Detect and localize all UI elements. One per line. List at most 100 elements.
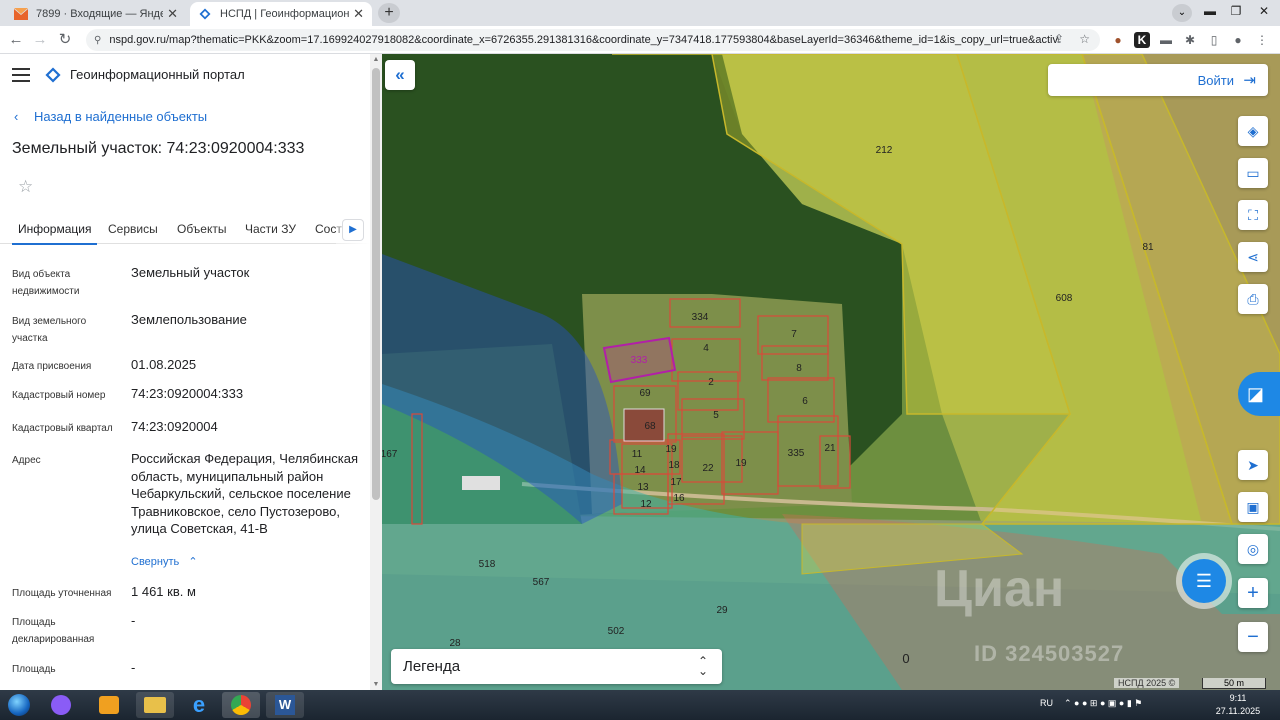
internet-explorer-icon[interactable]: e — [180, 692, 218, 718]
property-label: Площадь уточненная — [12, 588, 112, 599]
tabs-scroll-right-icon[interactable]: ▶ — [342, 219, 364, 241]
panel-scrollbar[interactable]: ▲ ▼ — [370, 54, 382, 690]
favorite-star-icon[interactable]: ☆ — [18, 177, 33, 197]
address-bar[interactable]: ⚲ nspd.gov.ru/map?thematic=PKK&zoom=17.1… — [86, 29, 1100, 51]
map-canvas[interactable]: 212 81 608 334 7 4 333 8 2 69 6 5 68 19 … — [382, 54, 1280, 690]
property-label: Кадастровый квартал — [12, 423, 113, 434]
word-icon[interactable]: W — [266, 692, 304, 718]
chrome-icon[interactable] — [222, 692, 260, 718]
start-button[interactable] — [0, 692, 38, 718]
menu-dots-icon[interactable]: ⋮ — [1254, 32, 1270, 48]
alice-icon[interactable] — [42, 692, 80, 718]
plot-label[interactable]: 502 — [608, 626, 625, 637]
system-clock[interactable]: 9:11 27.11.2025 — [1210, 692, 1266, 718]
back-to-results-link[interactable]: ‹ Назад в найденные объекты — [14, 109, 207, 124]
property-value: Земельный участок — [131, 265, 250, 280]
legend-dropdown[interactable]: Легенда ⌃ ⌄ — [391, 649, 722, 684]
share-icon[interactable]: ⋖ — [1238, 242, 1268, 272]
mail-icon — [14, 8, 28, 20]
site-info-icon[interactable]: ⚲ — [94, 35, 101, 46]
minimize-icon[interactable]: ▬ — [1196, 0, 1224, 22]
extension-icon[interactable]: ▬ — [1158, 32, 1174, 48]
menu-icon[interactable] — [12, 68, 30, 82]
plot-label[interactable]: 7 — [791, 329, 797, 340]
browser-toolbar: ← → ↻ ⚲ nspd.gov.ru/map?thematic=PKK&zoo… — [0, 26, 1280, 54]
plot-label[interactable]: 12 — [640, 499, 652, 510]
tab-parts[interactable]: Части ЗУ — [245, 222, 296, 236]
plot-label[interactable]: 68 — [644, 421, 656, 432]
plot-label[interactable]: 334 — [692, 312, 709, 323]
scroll-up-icon[interactable]: ▲ — [370, 56, 382, 63]
map-view[interactable]: 212 81 608 334 7 4 333 8 2 69 6 5 68 19 … — [382, 54, 1280, 690]
forward-arrow-icon[interactable]: → — [30, 30, 50, 50]
plot-label[interactable]: 81 — [1142, 242, 1154, 253]
plot-label[interactable]: 29 — [716, 605, 728, 616]
ruler-icon[interactable]: ▭ — [1238, 158, 1268, 188]
media-player-icon[interactable] — [90, 692, 128, 718]
reload-icon[interactable]: ↻ — [55, 30, 75, 50]
plot-label[interactable]: 167 — [382, 449, 398, 460]
new-tab-button[interactable]: + — [378, 3, 400, 23]
collapse-link[interactable]: Свернуть ⌃ — [131, 555, 198, 568]
plot-label[interactable]: 22 — [702, 463, 714, 474]
back-arrow-icon[interactable]: ← — [6, 30, 26, 50]
browser-tab-nspd[interactable]: НСПД | Геоинформационный портал ✕ — [190, 2, 372, 26]
plot-label[interactable]: 69 — [639, 388, 651, 399]
window-close-icon[interactable]: ✕ — [1250, 0, 1278, 22]
plot-label[interactable]: 19 — [735, 458, 747, 469]
navigate-icon[interactable]: ➤ — [1238, 450, 1268, 480]
puzzle-icon[interactable]: ✱ — [1182, 32, 1198, 48]
plot-label[interactable]: 5 — [713, 410, 719, 421]
close-icon[interactable]: ✕ — [353, 6, 364, 22]
plot-label[interactable]: 4 — [703, 343, 709, 354]
print-icon[interactable]: ⎙ — [1238, 284, 1268, 314]
file-explorer-icon[interactable] — [136, 692, 174, 718]
plot-label[interactable]: 0 — [902, 651, 909, 666]
assistant-tab-icon[interactable]: ◪ — [1238, 372, 1280, 416]
plot-label[interactable]: 17 — [670, 477, 682, 488]
chat-icon[interactable]: ☰ — [1182, 559, 1226, 603]
plot-label[interactable]: 28 — [449, 638, 461, 649]
tray-icons[interactable]: ⌃ ● ● ⊞ ● ▣ ● ▮ ⚑ — [1064, 698, 1142, 709]
language-indicator[interactable]: RU — [1040, 698, 1053, 708]
close-icon[interactable]: ✕ — [167, 6, 178, 22]
plot-label[interactable]: 335 — [788, 448, 805, 459]
plot-label[interactable]: 212 — [876, 145, 893, 156]
browser-tab-mail[interactable]: 7899 · Входящие — Яндекс Почта ✕ — [6, 2, 186, 26]
tab-objects[interactable]: Объекты — [177, 222, 227, 236]
tab-services[interactable]: Сервисы — [108, 222, 158, 236]
sidepanel-icon[interactable]: ▯ — [1206, 32, 1222, 48]
plot-label[interactable]: 518 — [479, 559, 496, 570]
select-area-icon[interactable]: ⛶ — [1238, 200, 1268, 230]
plot-label[interactable]: 6 — [802, 396, 808, 407]
kaspersky-icon[interactable]: K — [1134, 32, 1150, 48]
geolocation-icon[interactable]: ◎ — [1238, 534, 1268, 564]
zoom-out-icon[interactable]: − — [1238, 622, 1268, 652]
scrollbar-thumb[interactable] — [372, 68, 380, 500]
bookmark-star-icon[interactable]: ☆ — [1079, 32, 1090, 46]
scroll-down-icon[interactable]: ▼ — [370, 681, 382, 688]
restore-icon[interactable]: ❐ — [1222, 0, 1250, 22]
collapse-panel-icon[interactable]: « — [385, 60, 415, 90]
share-icon[interactable]: ⇪ — [1054, 32, 1064, 46]
plot-label[interactable]: 16 — [673, 493, 685, 504]
profile-icon[interactable]: ● — [1230, 32, 1246, 48]
plot-label[interactable]: 19 — [665, 444, 677, 455]
plot-label[interactable]: 567 — [533, 577, 550, 588]
tab-information[interactable]: Информация — [11, 222, 99, 245]
plot-label[interactable]: 18 — [668, 460, 680, 471]
tab-search-icon[interactable]: ⌄ — [1172, 4, 1192, 22]
plot-label[interactable]: 21 — [824, 443, 836, 454]
plot-label[interactable]: 13 — [637, 482, 649, 493]
plot-label[interactable]: 14 — [634, 465, 646, 476]
zoom-in-icon[interactable]: + — [1238, 578, 1268, 608]
layers-icon[interactable]: ◈ — [1238, 116, 1268, 146]
plot-label[interactable]: 608 — [1056, 293, 1073, 304]
plot-label[interactable]: 11 — [632, 449, 643, 460]
plot-label[interactable]: 2 — [708, 377, 714, 388]
login-button[interactable]: Войти ⇥ — [1048, 64, 1268, 96]
extension-icon[interactable]: ● — [1110, 32, 1126, 48]
plot-label[interactable]: 8 — [796, 363, 802, 374]
panel-icon[interactable]: ▣ — [1238, 492, 1268, 522]
plot-label-selected[interactable]: 333 — [631, 355, 648, 366]
